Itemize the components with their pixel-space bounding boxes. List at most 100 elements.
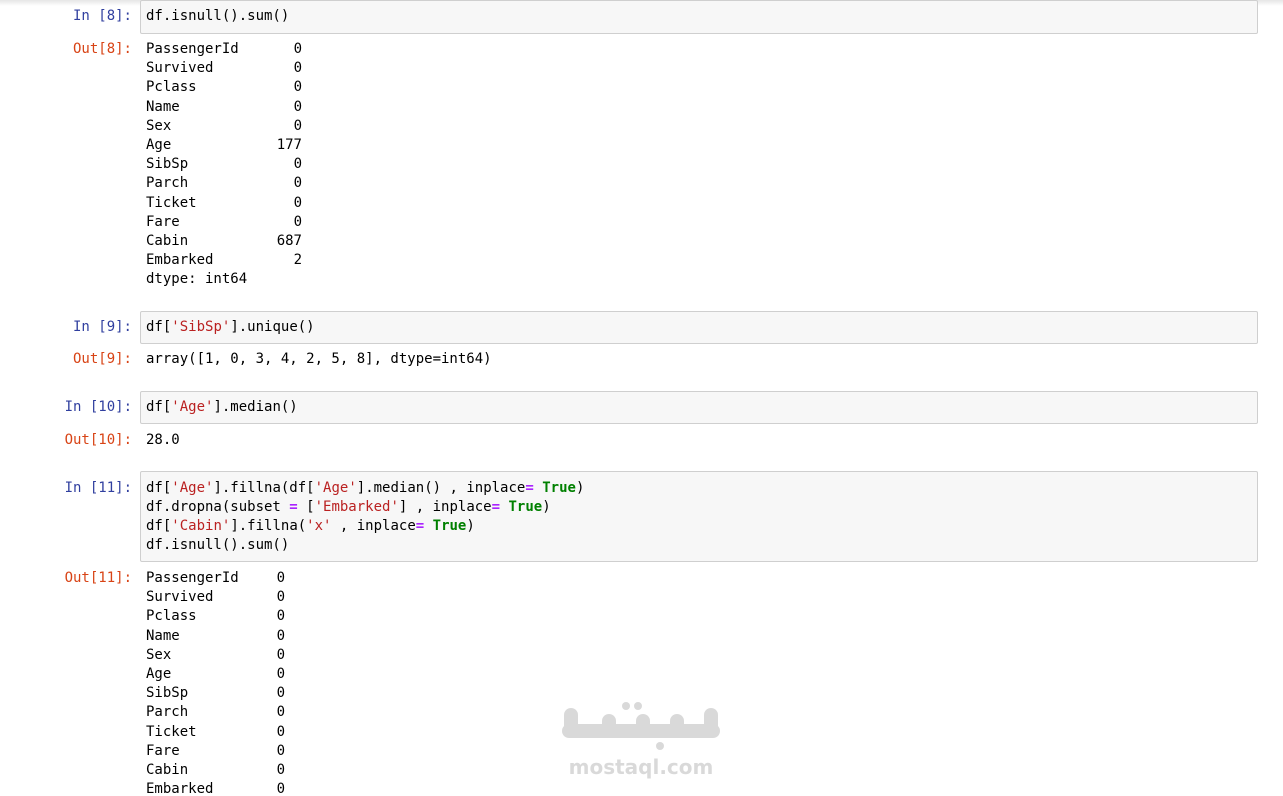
code-string: 'x'	[306, 518, 332, 534]
series-row: PassengerId 0	[146, 40, 302, 59]
series-value: 0	[276, 742, 285, 759]
cell-9-input[interactable]: df['SibSp'].unique()	[140, 311, 1258, 344]
series-value: 0	[276, 665, 285, 682]
code-text: df[	[146, 399, 172, 415]
cell-9-output: array([1, 0, 3, 4, 2, 5, 8], dtype=int64…	[146, 351, 492, 367]
cell-10-input[interactable]: df['Age'].median()	[140, 391, 1258, 424]
series-row: PassengerId 0	[146, 569, 285, 588]
series-row: Ticket 0	[146, 194, 302, 213]
series-row: Embarked 0	[146, 780, 285, 796]
code-text: df.dropna(subset	[146, 499, 290, 515]
series-index-label: Cabin	[146, 232, 189, 249]
series-row: SibSp 0	[146, 684, 285, 703]
series-index-label: Ticket	[146, 194, 197, 211]
code-operator: =	[491, 499, 501, 515]
series-index-label: PassengerId	[146, 41, 239, 57]
series-row: Fare 0	[146, 742, 285, 761]
code-string: 'Embarked'	[314, 499, 399, 515]
series-row: Parch 0	[146, 174, 302, 193]
series-index-label: Pclass	[146, 608, 197, 625]
mostaql-logo-icon	[562, 702, 720, 750]
series-row: Age 177	[146, 136, 302, 155]
series-index-label: Name	[146, 98, 180, 115]
series-value: 0	[276, 723, 285, 740]
series-index-label: Ticket	[146, 723, 197, 740]
code-text: ].fillna(df[	[213, 480, 315, 496]
cell-11-output: PassengerId 0 Survived 0 Pclass 0 Name 0 Sex 0 Age…	[146, 569, 285, 796]
cell-8-dtype: dtype: int64	[146, 271, 248, 288]
code-text: df[	[146, 319, 172, 335]
code-string: 'Age'	[314, 480, 357, 496]
code-text: [	[297, 499, 315, 515]
cell-8-in-prompt: In [8]:	[72, 8, 132, 24]
cell-11-in-prompt: In [11]:	[64, 480, 132, 496]
cell-11-out-prompt: Out[11]:	[64, 570, 132, 586]
code-text: ].median()	[213, 399, 298, 415]
code-text: df[	[146, 518, 172, 534]
series-index-label: SibSp	[146, 156, 189, 173]
series-value: 0	[293, 117, 302, 134]
code-string: 'Age'	[171, 480, 214, 496]
code-string: 'SibSp'	[171, 319, 231, 335]
cell-11-input[interactable]: df['Age'].fillna(df['Age'].median() , in…	[140, 471, 1258, 562]
code-keyword: True	[508, 499, 543, 515]
series-row: Embarked 2	[146, 251, 302, 270]
series-row: Pclass 0	[146, 607, 285, 626]
series-row: Parch 0	[146, 703, 285, 722]
series-value: 0	[293, 79, 302, 96]
series-row: Fare 0	[146, 213, 302, 232]
series-row: Name 0	[146, 627, 285, 646]
cell-9-code: df['SibSp'].unique()	[146, 318, 1257, 337]
series-value: 0	[293, 41, 302, 57]
series-value: 687	[276, 232, 302, 249]
series-row: Ticket 0	[146, 723, 285, 742]
code-text: ] , inplace	[398, 499, 492, 515]
code-string: 'Age'	[171, 399, 214, 415]
watermark-text: mostaql.com	[568, 755, 714, 779]
series-index-label: Survived	[146, 60, 214, 77]
series-value: 0	[276, 608, 285, 625]
code-text: ].median() , inplace	[356, 480, 526, 496]
series-value: 0	[293, 175, 302, 192]
cell-11-code-line-4: df.isnull().sum()	[146, 537, 290, 553]
series-index-label: Cabin	[146, 761, 189, 778]
code-text: , inplace	[331, 518, 416, 534]
code-text: df[	[146, 480, 172, 496]
series-value: 0	[293, 194, 302, 211]
series-index-label: Name	[146, 627, 180, 644]
code-string: 'Cabin'	[171, 518, 231, 534]
code-text: )	[575, 480, 585, 496]
series-index-label: Sex	[146, 646, 172, 663]
series-index-label: PassengerId	[146, 570, 239, 586]
cell-8-code: df.isnull().sum()	[146, 8, 290, 24]
code-keyword: True	[432, 518, 467, 534]
cell-8-out-prompt: Out[8]:	[72, 41, 132, 57]
series-row: SibSp 0	[146, 155, 302, 174]
series-row: Cabin 687	[146, 232, 302, 251]
series-row: Name 0	[146, 98, 302, 117]
cell-8-input[interactable]: df.isnull().sum()	[140, 0, 1258, 34]
code-keyword: True	[542, 480, 576, 496]
series-value: 0	[293, 156, 302, 173]
cell-11-code-line-1: df['Age'].fillna(df['Age'].median() , in…	[146, 479, 1257, 498]
series-row: Age 0	[146, 665, 285, 684]
series-index-label: Fare	[146, 742, 180, 759]
series-value: 0	[276, 781, 285, 796]
series-value: 0	[293, 60, 302, 77]
series-value: 177	[276, 136, 302, 153]
cell-11-code-line-3: df['Cabin'].fillna('x' , inplace= True)	[146, 517, 1257, 536]
cell-8-series: PassengerId 0 Survived 0 Pclass 0 Name 0 Sex 0 Age…	[146, 40, 302, 270]
series-value: 0	[293, 98, 302, 115]
series-value: 2	[293, 252, 302, 269]
notebook-page: In [8]: df.isnull().sum() Out[8]: Passen…	[0, 0, 1283, 796]
code-text: )	[542, 499, 551, 515]
series-value: 0	[276, 589, 285, 606]
series-index-label: Parch	[146, 175, 189, 192]
cell-11-code-line-2: df.dropna(subset = ['Embarked'] , inplac…	[146, 498, 1257, 517]
series-value: 0	[276, 761, 285, 778]
code-operator: =	[289, 499, 298, 515]
code-operator: =	[415, 518, 425, 534]
series-index-label: Fare	[146, 213, 180, 230]
code-text: )	[466, 518, 475, 534]
